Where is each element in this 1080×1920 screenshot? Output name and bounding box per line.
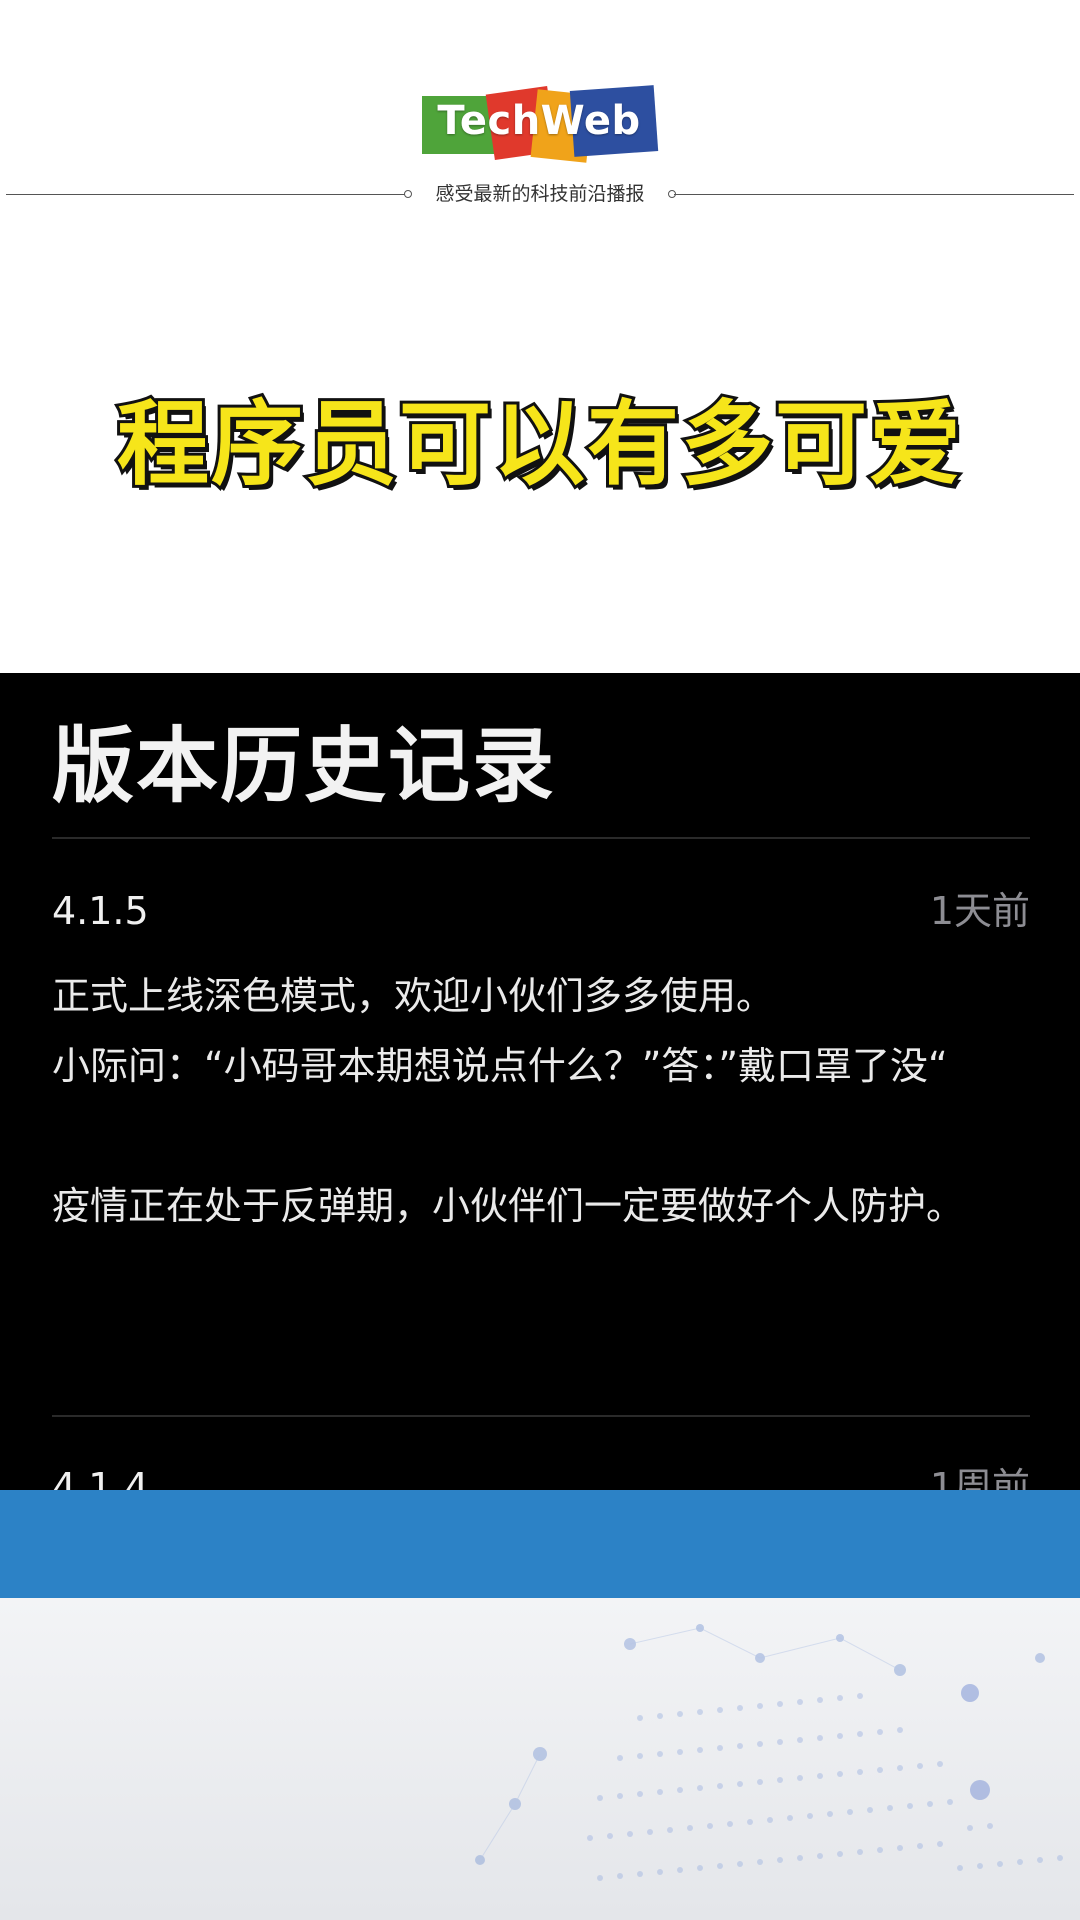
version-time-ago: 1周前 <box>929 1465 1030 1490</box>
dotted-globe-graphic <box>475 1624 1063 1881</box>
release-notes: 正式上线深色模式，欢迎小伙们多多使用。 小际问：“小码哥本期想说点什么？”答：”… <box>52 974 965 1228</box>
version-history-title: 版本历史记录 <box>52 719 557 814</box>
blue-band <box>0 1490 1080 1598</box>
tagline-rule-right <box>674 194 1074 195</box>
version-number: 4.1.5 <box>52 889 149 933</box>
techweb-logo: TechWeb <box>422 85 659 163</box>
tagline-row: 感受最新的科技前沿播报 <box>6 182 1074 206</box>
divider <box>52 837 1030 839</box>
decorative-background <box>0 1598 1080 1920</box>
headline: 程序员可以有多可爱 <box>114 388 964 501</box>
version-number: 4.1.4 <box>52 1465 149 1490</box>
tagline-dot-left <box>404 190 412 198</box>
tagline: 感受最新的科技前沿播报 <box>435 183 645 205</box>
divider <box>52 1415 1030 1417</box>
version-history-screenshot: 版本历史记录 4.1.5 1天前 正式上线深色模式，欢迎小伙们多多使用。 小际问… <box>0 673 1080 1490</box>
version-time-ago: 1天前 <box>929 889 1030 933</box>
logo-text: TechWeb <box>437 98 641 144</box>
tagline-rule-left <box>6 194 406 195</box>
